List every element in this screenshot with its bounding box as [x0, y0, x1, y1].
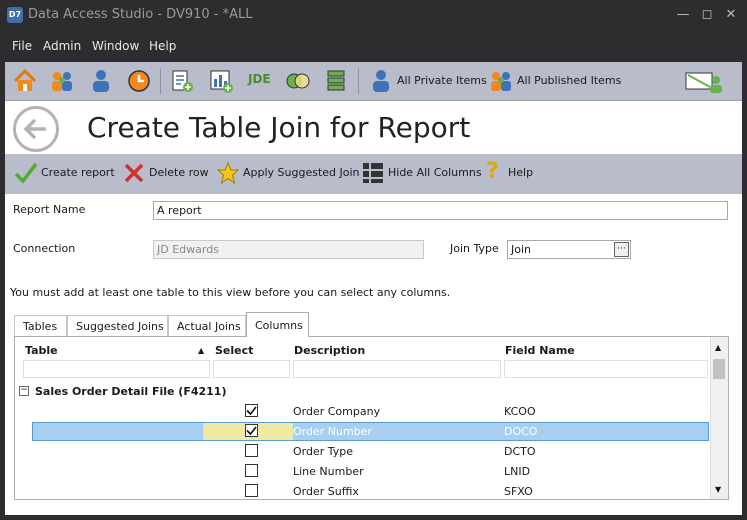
menu-admin[interactable]: Admin	[43, 39, 81, 53]
select-checkbox[interactable]	[245, 484, 258, 497]
group-row: − Sales Order Detail File (F4211)	[15, 381, 712, 401]
tab-columns[interactable]: Columns	[246, 312, 309, 337]
table-row-selected[interactable]: Order Number DOCO	[15, 421, 712, 441]
delete-row-button[interactable]: Delete row	[149, 166, 209, 179]
report-name-input[interactable]: A report	[153, 201, 728, 220]
columns-list-icon[interactable]	[323, 68, 349, 94]
tab-tables[interactable]: Tables	[14, 315, 67, 336]
private-user-icon[interactable]	[368, 68, 394, 94]
menu-window[interactable]: Window	[92, 39, 139, 53]
maximize-button[interactable]: ◻	[698, 6, 716, 24]
row-description: Order Suffix	[293, 485, 359, 498]
user-settings-icon[interactable]	[685, 68, 725, 94]
back-button[interactable]	[13, 106, 59, 152]
filter-select-input[interactable]	[213, 360, 290, 378]
filter-description-input[interactable]	[293, 360, 501, 378]
info-message: You must add at least one table to this …	[10, 286, 451, 299]
filter-table-input[interactable]	[23, 360, 210, 378]
user-icon[interactable]	[88, 68, 114, 94]
main-toolbar: JDE All Private Items All Published Item…	[5, 62, 742, 101]
join-circles-icon[interactable]	[285, 68, 311, 94]
row-field-name: DCTO	[504, 445, 536, 458]
row-description: Order Company	[293, 405, 381, 418]
join-type-value: Join	[511, 243, 532, 256]
check-icon	[246, 406, 257, 416]
jde-icon[interactable]: JDE	[248, 72, 271, 86]
connection-field: JD Edwards	[153, 240, 424, 259]
check-icon	[246, 426, 257, 436]
join-type-ellipsis-button[interactable]: ···	[614, 242, 629, 257]
row-description: Order Type	[293, 445, 354, 458]
select-checkbox[interactable]	[245, 464, 258, 477]
sort-asc-icon: ▲	[198, 346, 205, 355]
group-label: Sales Order Detail File (F4211)	[35, 385, 227, 398]
select-checkbox[interactable]	[245, 444, 258, 457]
question-mark-icon[interactable]: ?	[486, 159, 510, 184]
scroll-up-icon[interactable]: ▲	[715, 343, 721, 352]
row-field-name: SFXO	[504, 485, 533, 498]
checkmark-icon[interactable]	[14, 161, 38, 185]
filter-field-name-input[interactable]	[504, 360, 708, 378]
col-header-select[interactable]: Select	[215, 344, 253, 357]
main-content: Create Table Join for Report Create repo…	[5, 101, 742, 515]
menu-bar: File Admin Window Help	[0, 31, 747, 61]
menu-file[interactable]: File	[12, 39, 32, 53]
select-checkbox[interactable]	[245, 404, 258, 417]
minimize-button[interactable]: —	[674, 6, 692, 24]
col-header-table[interactable]: Table	[25, 344, 58, 357]
row-description: Line Number	[293, 465, 364, 478]
scroll-down-icon[interactable]: ▼	[715, 485, 721, 494]
window-title: Data Access Studio - DV910 - *ALL	[28, 7, 253, 22]
star-icon[interactable]	[216, 161, 240, 185]
tab-actual-joins[interactable]: Actual Joins	[168, 315, 246, 336]
new-report-icon[interactable]	[169, 68, 195, 94]
all-published-items-label[interactable]: All Published Items	[517, 74, 621, 87]
new-chart-icon[interactable]	[208, 68, 234, 94]
home-icon[interactable]	[12, 68, 38, 94]
table-row[interactable]: Order Type DCTO	[15, 441, 712, 461]
page-title: Create Table Join for Report	[87, 111, 471, 144]
table-row[interactable]: Order Suffix SFXO	[15, 481, 712, 499]
table-row[interactable]: Line Number LNID	[15, 461, 712, 481]
col-header-description[interactable]: Description	[294, 344, 365, 357]
row-field-name: KCOO	[504, 405, 536, 418]
all-private-items-label[interactable]: All Private Items	[397, 74, 487, 87]
columns-grid: Table ▲ Select Description Field Name − …	[14, 336, 729, 500]
users-group-icon[interactable]	[49, 68, 75, 94]
table-row[interactable]: Order Company KCOO	[15, 401, 712, 421]
vertical-scrollbar[interactable]: ▲ ▼	[710, 337, 728, 499]
action-toolbar: Create report Delete row Apply Suggested…	[5, 154, 742, 194]
create-report-button[interactable]: Create report	[41, 166, 115, 179]
report-name-label: Report Name	[13, 203, 86, 216]
tab-suggested-joins[interactable]: Suggested Joins	[67, 315, 168, 336]
title-bar: D7 Data Access Studio - DV910 - *ALL — ◻…	[0, 0, 747, 31]
select-checkbox[interactable]	[245, 424, 258, 437]
collapse-toggle[interactable]: −	[19, 386, 29, 396]
close-button[interactable]: ✕	[722, 6, 740, 24]
join-type-field[interactable]: Join ···	[507, 240, 631, 259]
clock-icon[interactable]	[126, 68, 152, 94]
arrow-left-icon	[23, 118, 46, 140]
join-type-label: Join Type	[450, 242, 499, 255]
apply-suggested-join-button[interactable]: Apply Suggested Join	[243, 166, 360, 179]
row-description: Order Number	[293, 425, 372, 438]
row-field-name: DOCO	[504, 425, 538, 438]
delete-x-icon[interactable]	[122, 161, 146, 185]
col-header-field-name[interactable]: Field Name	[505, 344, 575, 357]
page-header: Create Table Join for Report	[5, 101, 742, 154]
row-field-name: LNID	[504, 465, 531, 478]
menu-help[interactable]: Help	[149, 39, 176, 53]
hide-all-columns-button[interactable]: Hide All Columns	[388, 166, 482, 179]
app-logo-icon: D7	[7, 7, 23, 23]
grid-columns-icon[interactable]	[361, 161, 385, 185]
published-users-icon[interactable]	[488, 68, 514, 94]
connection-label: Connection	[13, 242, 76, 255]
scroll-thumb[interactable]	[713, 359, 725, 379]
help-button[interactable]: Help	[508, 166, 533, 179]
